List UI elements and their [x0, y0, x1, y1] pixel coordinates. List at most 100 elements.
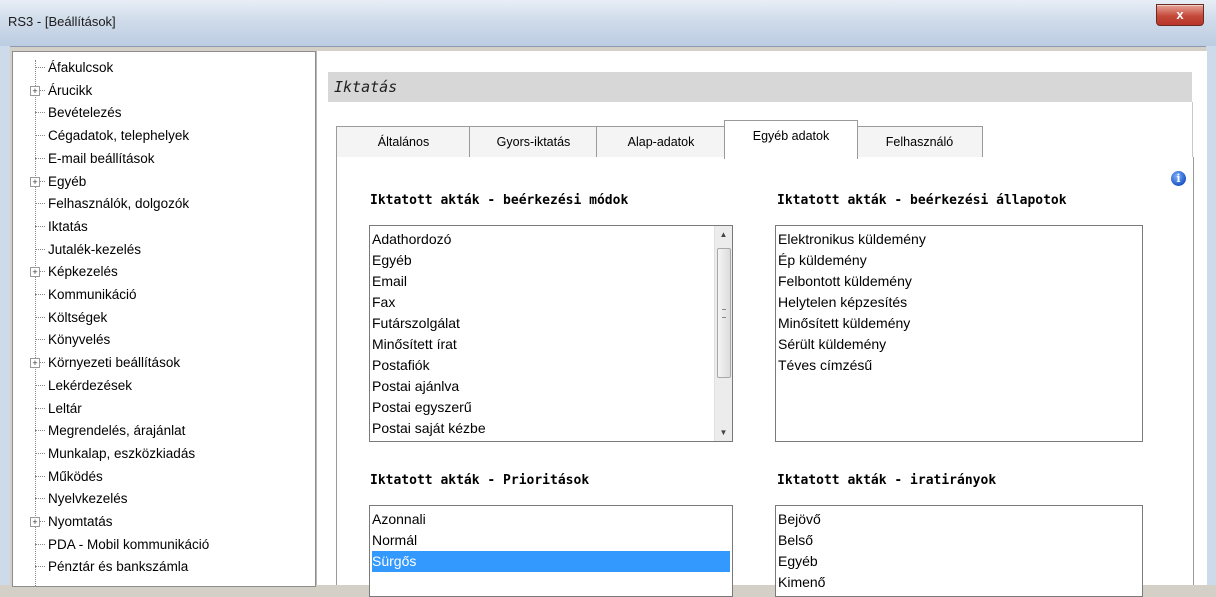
tree-item[interactable]: Működés — [13, 465, 313, 488]
scroll-thumb[interactable] — [717, 248, 731, 378]
list-item[interactable]: Normál — [372, 530, 730, 551]
tree-item-label: Nyomtatás — [48, 514, 113, 529]
tree-connector — [35, 248, 45, 250]
close-button[interactable]: x — [1156, 4, 1204, 26]
expand-icon[interactable]: + — [30, 176, 40, 187]
list-item[interactable]: Helytelen képzesítés — [778, 292, 1140, 313]
tree-connector — [35, 498, 45, 500]
list-item[interactable]: Azonnali — [372, 509, 730, 530]
modes-scrollbar[interactable]: ▲ ▼ — [714, 226, 732, 441]
states-listbox[interactable]: Elektronikus küldemény Ép küldemény Felbon… — [775, 225, 1143, 442]
tree-item[interactable]: Pénztár és bankszámla — [13, 555, 313, 578]
tree-item[interactable]: Nyelvkezelés — [13, 487, 313, 510]
tree-connector — [35, 339, 45, 341]
directions-listbox[interactable]: Bejövő Belső Egyéb Kimenő — [775, 505, 1143, 597]
tree-item[interactable]: + Nyomtatás — [13, 510, 313, 533]
tree-item-label: Cégadatok, telephelyek — [48, 128, 190, 144]
tree-item-label: Bevételezés — [48, 105, 122, 121]
expand-icon[interactable]: + — [30, 85, 40, 96]
expand-icon[interactable]: + — [30, 517, 40, 527]
list-item[interactable]: Egyéb — [778, 551, 1140, 572]
list-item[interactable]: Kimenő — [778, 572, 1140, 593]
scroll-down-icon[interactable]: ▼ — [715, 424, 732, 441]
tree-connector — [35, 452, 45, 454]
list-item[interactable]: Sürgős — [372, 551, 730, 572]
title-bar: RS3 - [Beállítások] x — [0, 0, 1216, 47]
tree-item[interactable]: + Környezeti beállítások — [13, 351, 313, 374]
tab-altalanos[interactable]: Általános — [336, 126, 471, 158]
tree-item-label: E-mail beállítások — [48, 150, 155, 166]
tree-item[interactable]: Felhasználók, dolgozók — [13, 192, 313, 215]
list-item[interactable]: Postai saját kézbe — [372, 418, 712, 439]
tree-item[interactable]: Cégadatok, telephelyek — [13, 124, 313, 147]
tree-item-label: Felhasználók, dolgozók — [48, 196, 190, 212]
tab-gyors-iktatas[interactable]: Gyors-iktatás — [469, 126, 598, 158]
list-item[interactable]: Minősített küldemény — [778, 313, 1140, 334]
tree-connector — [35, 566, 45, 568]
list-item[interactable]: Minősített írat — [372, 334, 712, 355]
tree-item[interactable]: + Képkezelés — [13, 260, 313, 283]
list-item[interactable]: Adathordozó — [372, 229, 712, 250]
tree-item[interactable]: Könyvelés — [13, 328, 313, 351]
modes-listbox[interactable]: ▲ ▼ Adathordozó Egyéb Email Fax Futárszolgál… — [369, 225, 733, 442]
list-item[interactable]: Postafiók — [372, 355, 712, 376]
list-item[interactable]: Futárszolgálat — [372, 313, 712, 334]
tree-item-label: Egyéb — [48, 173, 87, 189]
list-item[interactable]: Postai térti — [372, 439, 712, 441]
tree-item[interactable]: + Árucikk — [13, 79, 313, 102]
tree-item-label: Képkezelés — [48, 264, 118, 280]
list-item[interactable]: Téves címzésű — [778, 355, 1140, 376]
list-item[interactable]: Belső — [778, 530, 1140, 551]
tree-item[interactable]: Jutalék-kezelés — [13, 238, 313, 261]
section-header: Iktatás — [328, 72, 1192, 102]
window-title: RS3 - [Beállítások] — [8, 14, 116, 29]
tree-item-label: PDA - Mobil kommunikáció — [48, 536, 210, 552]
tree-connector — [35, 407, 45, 409]
list-item[interactable]: Fax — [372, 292, 712, 313]
tree-item[interactable]: Munkalap, eszközkiadás — [13, 442, 313, 465]
tree-item[interactable]: Költségek — [13, 306, 313, 329]
list-item[interactable]: Egyéb — [372, 250, 712, 271]
list-item[interactable]: Bejövő — [778, 509, 1140, 530]
tab-alap-adatok[interactable]: Alap-adatok — [596, 126, 726, 158]
tree-connector — [35, 135, 45, 137]
tree-item[interactable]: + Egyéb — [13, 170, 313, 193]
tree-item-label: Megrendelés, árajánlat — [48, 423, 186, 439]
expand-icon[interactable]: + — [30, 358, 40, 369]
list-item[interactable]: Postai egyszerű — [372, 397, 712, 418]
tree-item[interactable]: PDA - Mobil kommunikáció — [13, 533, 313, 556]
expand-icon[interactable]: + — [30, 267, 40, 278]
scroll-up-icon[interactable]: ▲ — [715, 226, 732, 243]
tab-felhasznalo[interactable]: Felhasználó — [856, 126, 983, 158]
tree-item[interactable]: Bevételezés — [13, 101, 313, 124]
priorities-listbox[interactable]: Azonnali Normál Sürgős — [369, 505, 733, 597]
tree-item[interactable]: Leltár — [13, 397, 313, 420]
tree-item[interactable]: Iktatás — [13, 215, 313, 238]
tree-item[interactable]: Kommunikáció — [13, 283, 313, 306]
tree-item[interactable]: Áfakulcsok — [13, 56, 313, 79]
info-icon[interactable]: i — [1171, 171, 1186, 186]
states-title: Iktatott akták - beérkezési állapotok — [777, 193, 1067, 208]
tree-item-label: Környezeti beállítások — [48, 355, 181, 371]
list-item[interactable]: Email — [372, 271, 712, 292]
tree-connector — [35, 157, 45, 159]
tab-egyeb-adatok[interactable]: Egyéb adatok — [724, 120, 858, 159]
tree-item[interactable]: Megrendelés, árajánlat — [13, 419, 313, 442]
list-item[interactable]: Felbontott küldemény — [778, 271, 1140, 292]
priorities-title: Iktatott akták - Prioritások — [370, 473, 590, 488]
settings-tree[interactable]: Áfakulcsok + Árucikk Bevételezés Cégadatok, … — [12, 51, 316, 587]
tree-item-label: Munkalap, eszközkiadás — [48, 445, 196, 461]
tree-item-label: Leltár — [48, 400, 82, 416]
directions-title: Iktatott akták - iratirányok — [777, 473, 997, 488]
thumb-grip-icon — [722, 309, 726, 318]
list-item[interactable]: Ép küldemény — [778, 250, 1140, 271]
list-item[interactable]: Sérült küldemény — [778, 334, 1140, 355]
tree-connector — [35, 294, 45, 295]
tree-item[interactable]: Lekérdezések — [13, 374, 313, 397]
tree-item-label: Árucikk — [48, 82, 93, 98]
tree-item[interactable]: E-mail beállítások — [13, 147, 313, 170]
list-item[interactable]: Postai ajánlva — [372, 376, 712, 397]
tree-item-label: Iktatás — [48, 218, 88, 234]
tree-item-label: Lekérdezések — [48, 377, 133, 393]
list-item[interactable]: Elektronikus küldemény — [778, 229, 1140, 250]
